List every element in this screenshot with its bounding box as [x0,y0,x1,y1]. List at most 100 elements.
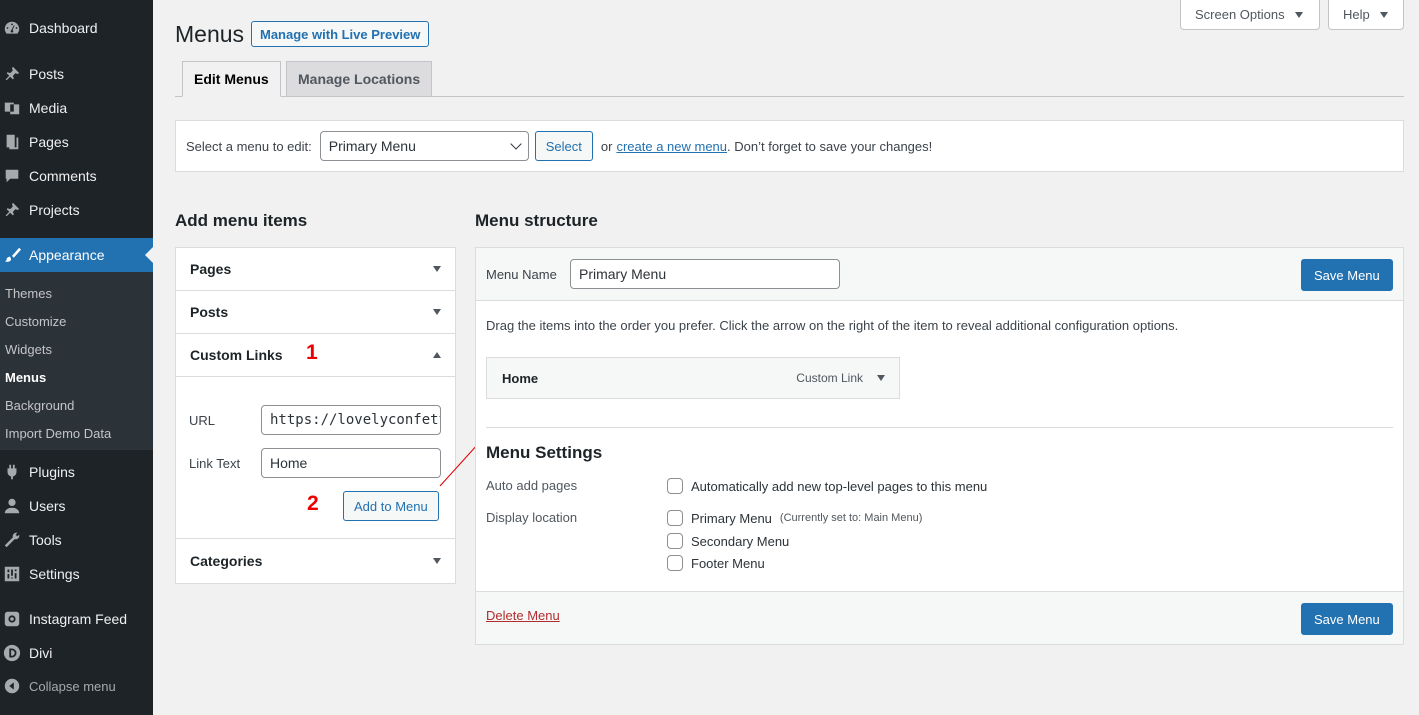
collapse-icon [3,677,21,695]
add-menu-items-accordion: Pages Posts Custom Links URL https://lov… [175,247,456,584]
settings-icon [3,565,21,583]
menu-panel-header: Menu Name Primary Menu Save Menu [476,248,1403,301]
accordion-title: Pages [190,261,232,277]
add-to-menu-button[interactable]: Add to Menu [343,491,439,521]
dashboard-icon [3,19,21,37]
menu-item-home[interactable]: Home Custom Link [486,357,900,399]
menu-structure-panel: Menu Name Primary Menu Save Menu Drag th… [475,247,1404,645]
pages-icon [3,133,21,151]
submenu-item-customize[interactable]: Customize [5,314,66,329]
sidebar-item-label: Collapse menu [29,678,116,694]
sidebar-item-label: Comments [29,168,97,184]
delete-menu-link[interactable]: Delete Menu [486,608,560,623]
help-label: Help [1343,7,1370,22]
sidebar-item-label: Users [29,498,66,514]
accordion-title: Custom Links [190,347,283,363]
plugin-icon [3,463,21,481]
save-menu-button[interactable]: Save Menu [1301,259,1393,291]
sidebar-item-pages[interactable]: Pages [0,125,153,159]
manage-live-preview-button[interactable]: Manage with Live Preview [251,21,430,47]
secondary-menu-checkbox[interactable] [667,533,683,549]
sidebar-item-label: Posts [29,66,65,82]
sidebar-item-projects[interactable]: Projects [0,193,153,227]
submenu-item-menus[interactable]: Menus [5,370,46,385]
sidebar-item-users[interactable]: Users [0,489,153,523]
help-button[interactable]: Help [1328,0,1404,30]
location-note: (Currently set to: Main Menu) [779,512,923,524]
sidebar-item-divi[interactable]: Divi [0,636,153,670]
users-icon [3,497,21,515]
annotation-number-2: 2 [307,492,319,515]
sidebar-item-media[interactable]: Media [0,91,153,125]
screen-options-button[interactable]: Screen Options [1180,0,1320,30]
location-label: Footer Menu [691,555,765,571]
link-text-input[interactable]: Home [261,448,441,478]
create-new-menu-link[interactable]: create a new menu [616,139,727,154]
tab-edit-menus[interactable]: Edit Menus [182,61,281,97]
display-location-label: Display location [486,510,578,525]
sidebar-item-label: Divi [29,645,53,661]
sidebar-item-tools[interactable]: Tools [0,523,153,557]
menu-select-dropdown[interactable]: Primary Menu [319,131,529,161]
url-input[interactable]: https://lovelyconfetti.com [261,405,441,435]
sidebar-item-label: Projects [29,202,80,218]
or-text: or [600,138,613,154]
location-label: Secondary Menu [691,533,790,549]
caret-down-icon [433,557,441,564]
caret-down-icon [1379,11,1388,18]
accordion-section-categories[interactable]: Categories [176,539,455,582]
location-option-primary[interactable]: Primary Menu (Currently set to: Main Men… [667,510,922,526]
footer-menu-checkbox[interactable] [667,555,683,571]
tab-manage-locations[interactable]: Manage Locations [286,61,433,97]
submenu-item-widgets[interactable]: Widgets [5,342,52,357]
annotation-number-1: 1 [306,341,318,364]
auto-add-option[interactable]: Automatically add new top-level pages to… [667,478,987,494]
menu-settings-heading: Menu Settings [486,443,603,462]
settings-divider [486,427,1393,428]
select-menu-bar: Select a menu to edit: Primary Menu Sele… [175,120,1404,172]
screen-options-label: Screen Options [1195,7,1285,22]
brush-icon [3,246,21,264]
sidebar-item-settings[interactable]: Settings [0,557,153,591]
url-label: URL [189,413,216,428]
add-menu-items-heading: Add menu items [175,211,308,230]
menu-name-input[interactable]: Primary Menu [570,259,840,289]
menu-item-type: Custom Link [796,371,863,385]
menu-instructions: Drag the items into the order you prefer… [486,318,1179,333]
sidebar-item-label: Instagram Feed [29,611,128,627]
sidebar-item-plugins[interactable]: Plugins [0,455,153,489]
collapse-menu-button[interactable]: Collapse menu [0,669,153,703]
sidebar-item-posts[interactable]: Posts [0,57,153,91]
accordion-section-posts[interactable]: Posts [176,291,455,334]
appearance-submenu: Themes Customize Widgets Menus Backgroun… [0,272,153,450]
location-option-secondary[interactable]: Secondary Menu [667,533,789,549]
caret-up-icon [433,352,441,358]
expand-item-icon[interactable] [877,375,885,381]
save-reminder-text: . Don’t forget to save your changes! [727,138,933,154]
submenu-item-themes[interactable]: Themes [5,286,52,301]
sidebar-item-instagram-feed[interactable]: Instagram Feed [0,602,153,636]
select-menu-label: Select a menu to edit: [186,138,312,154]
comments-icon [3,167,21,185]
menu-select-value: Primary Menu [328,138,416,154]
menu-item-title: Home [502,370,539,386]
pin-icon [3,201,21,219]
media-icon [3,99,21,117]
accordion-section-pages[interactable]: Pages [176,248,455,291]
sidebar-item-label: Tools [29,532,62,548]
caret-down-icon [433,266,441,272]
location-option-footer[interactable]: Footer Menu [667,555,765,571]
submenu-item-background[interactable]: Background [5,398,74,413]
select-button[interactable]: Select [534,131,593,161]
submenu-item-import-demo-data[interactable]: Import Demo Data [5,426,111,441]
menu-name-label: Menu Name [486,267,557,282]
sidebar-item-label: Settings [29,566,80,582]
sidebar-item-comments[interactable]: Comments [0,159,153,193]
primary-menu-checkbox[interactable] [667,510,683,526]
auto-add-option-label: Automatically add new top-level pages to… [691,478,988,494]
sidebar-item-dashboard[interactable]: Dashboard [0,11,153,45]
save-menu-button-bottom[interactable]: Save Menu [1301,603,1393,635]
sidebar-item-appearance[interactable]: Appearance [0,238,153,272]
auto-add-checkbox[interactable] [667,478,683,494]
page-title: Menus [175,21,245,47]
